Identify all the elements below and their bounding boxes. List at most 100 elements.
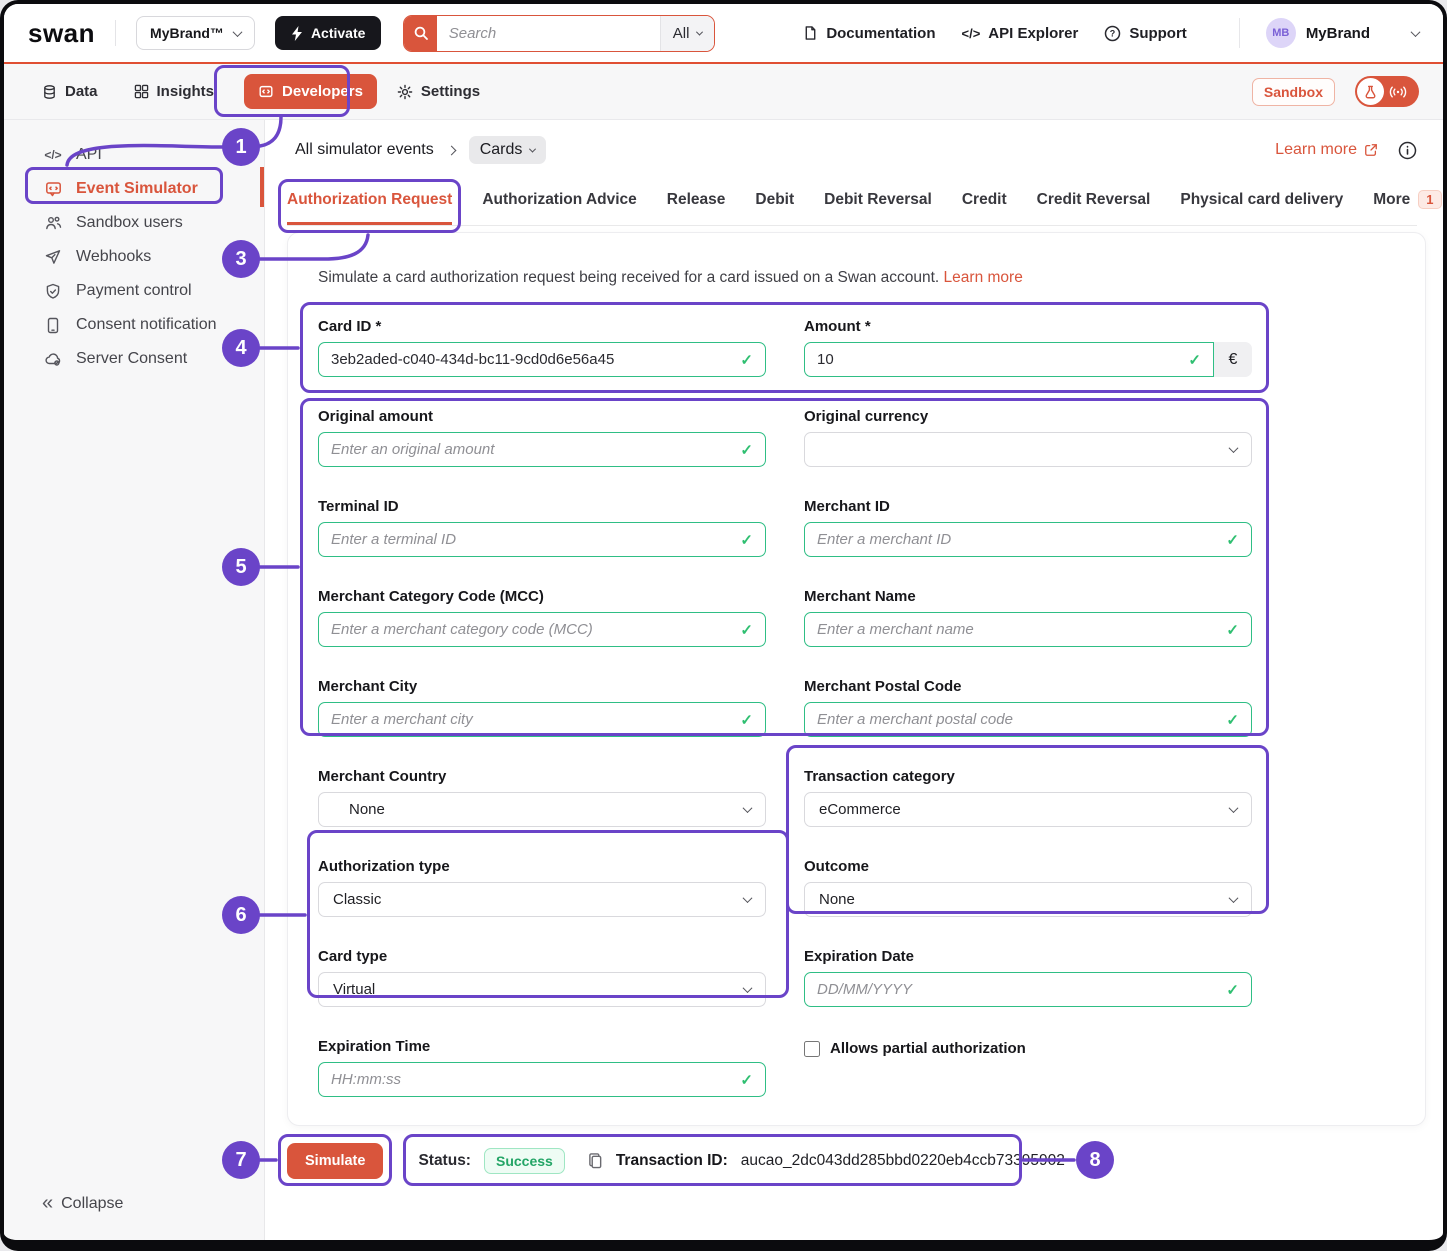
breadcrumb-root[interactable]: All simulator events [295, 141, 434, 159]
field-merchant-city: Merchant City ✓ [318, 678, 766, 737]
sidebar-payment-control-label: Payment control [76, 282, 192, 300]
card-id-input[interactable] [331, 351, 732, 368]
flask-icon [1357, 78, 1384, 105]
field-card-id: Card ID * ✓ [318, 318, 766, 377]
brand-selector[interactable]: MyBrand™ [136, 16, 255, 50]
field-amount: Amount * ✓ € [804, 318, 1252, 377]
sidebar-consent-notification-label: Consent notification [76, 316, 217, 334]
support-label: Support [1129, 25, 1187, 42]
intro-text: Simulate a card authorization request be… [318, 269, 939, 286]
tab-authorization-request[interactable]: Authorization Request [287, 191, 452, 225]
tab-credit[interactable]: Credit [962, 191, 1007, 225]
copy-icon[interactable] [588, 1152, 603, 1170]
nav-item-settings[interactable]: Settings [397, 83, 480, 100]
nav-item-developers[interactable]: Developers [244, 74, 377, 109]
mcc-label: Merchant Category Code (MCC) [318, 588, 766, 605]
api-explorer-link[interactable]: </> API Explorer [961, 25, 1078, 42]
mcc-input[interactable] [331, 621, 732, 638]
terminal-id-input[interactable] [331, 531, 732, 548]
merchant-city-input[interactable] [331, 711, 732, 728]
merchant-name-label: Merchant Name [804, 588, 1252, 605]
merchant-name-input[interactable] [817, 621, 1218, 638]
expiration-date-input[interactable] [817, 981, 1218, 998]
field-card-type: Card type Virtual [318, 948, 766, 1007]
sandbox-live-toggle[interactable] [1355, 76, 1419, 107]
status-label: Status: [418, 1152, 471, 1170]
sidebar-item-server-consent[interactable]: Server Consent [4, 342, 264, 376]
tab-debit[interactable]: Debit [755, 191, 794, 225]
merchant-country-select[interactable]: None [318, 792, 766, 827]
chevron-down-icon [1229, 443, 1239, 453]
form-intro: Simulate a card authorization request be… [318, 269, 1395, 287]
tab-release[interactable]: Release [667, 191, 726, 225]
field-outcome: Outcome None [804, 858, 1252, 917]
activate-label: Activate [311, 25, 365, 41]
search-icon[interactable] [404, 16, 436, 51]
tab-more[interactable]: More 1 [1373, 190, 1447, 225]
swan-dashboard-window: swan MyBrand™ Activate All Documentation [0, 0, 1447, 1251]
nav-item-data[interactable]: Data [42, 83, 98, 100]
intro-learn-more-link[interactable]: Learn more [944, 269, 1023, 286]
collapse-sidebar-button[interactable]: « Collapse [42, 1192, 123, 1215]
brand-selector-label: MyBrand™ [150, 25, 224, 41]
sidebar-item-webhooks[interactable]: Webhooks [4, 240, 264, 274]
tab-credit-reversal[interactable]: Credit Reversal [1037, 191, 1151, 225]
sidebar: </> API Event Simulator Sandbox users We… [4, 120, 265, 1240]
developers-icon [258, 84, 274, 99]
sidebar-item-payment-control[interactable]: Payment control [4, 274, 264, 308]
merchant-id-input[interactable] [817, 531, 1218, 548]
expiration-time-label: Expiration Time [318, 1038, 766, 1055]
info-icon[interactable] [1398, 141, 1417, 160]
card-type-label: Card type [318, 948, 766, 965]
chevron-down-icon [232, 27, 242, 37]
search-scope-dropdown[interactable]: All [660, 16, 715, 51]
field-merchant-postal-code: Merchant Postal Code ✓ [804, 678, 1252, 737]
learn-more-link[interactable]: Learn more [1275, 141, 1378, 159]
nav-item-insights[interactable]: Insights [134, 83, 215, 100]
chevron-down-icon [743, 803, 753, 813]
code-icon: </> [44, 148, 62, 162]
sidebar-server-consent-label: Server Consent [76, 350, 187, 368]
sandbox-badge[interactable]: Sandbox [1252, 78, 1335, 106]
valid-check-icon: ✓ [1188, 351, 1201, 369]
account-menu[interactable]: MB MyBrand [1239, 18, 1419, 48]
sidebar-api-label: API [76, 146, 102, 164]
outcome-select[interactable]: None [804, 882, 1252, 917]
amount-label: Amount * [804, 318, 1252, 335]
activate-button[interactable]: Activate [275, 16, 381, 50]
nav-data-label: Data [65, 83, 98, 100]
transaction-id-value: aucao_2dc043dd285bbd0220eb4ccb73395902 [741, 1152, 1065, 1170]
tab-authorization-advice[interactable]: Authorization Advice [482, 191, 636, 225]
sidebar-item-event-simulator[interactable]: Event Simulator [4, 172, 264, 206]
amount-input[interactable] [817, 351, 1180, 368]
expiration-time-input[interactable] [331, 1071, 732, 1088]
nav-settings-label: Settings [421, 83, 480, 100]
valid-check-icon: ✓ [740, 711, 753, 729]
documentation-link[interactable]: Documentation [803, 25, 935, 42]
support-link[interactable]: ? Support [1104, 25, 1187, 42]
chevron-down-icon [696, 28, 703, 35]
search-input[interactable] [437, 16, 660, 51]
merchant-postal-code-input[interactable] [817, 711, 1218, 728]
sidebar-item-sandbox-users[interactable]: Sandbox users [4, 206, 264, 240]
field-merchant-country: Merchant Country None [318, 768, 766, 827]
simulator-form-card: Simulate a card authorization request be… [287, 232, 1426, 1126]
chevron-down-icon [529, 145, 536, 152]
grid-icon [134, 84, 149, 99]
transaction-category-select[interactable]: eCommerce [804, 792, 1252, 827]
tab-physical-card-delivery[interactable]: Physical card delivery [1180, 191, 1343, 225]
simulate-button[interactable]: Simulate [287, 1143, 383, 1179]
field-merchant-name: Merchant Name ✓ [804, 588, 1252, 647]
allows-partial-authorization-checkbox[interactable] [804, 1041, 820, 1057]
sidebar-item-consent-notification[interactable]: Consent notification [4, 308, 264, 342]
sidebar-item-api[interactable]: </> API [4, 138, 264, 172]
simulation-result: Status: Success Transaction ID: aucao_2d… [418, 1148, 1064, 1174]
breadcrumb-current-dropdown[interactable]: Cards [469, 136, 547, 164]
authorization-type-select[interactable]: Classic [318, 882, 766, 917]
divider [115, 20, 116, 46]
original-amount-input[interactable] [331, 441, 732, 458]
original-currency-select[interactable] [804, 432, 1252, 467]
original-amount-label: Original amount [318, 408, 766, 425]
tab-debit-reversal[interactable]: Debit Reversal [824, 191, 932, 225]
card-type-select[interactable]: Virtual [318, 972, 766, 1007]
